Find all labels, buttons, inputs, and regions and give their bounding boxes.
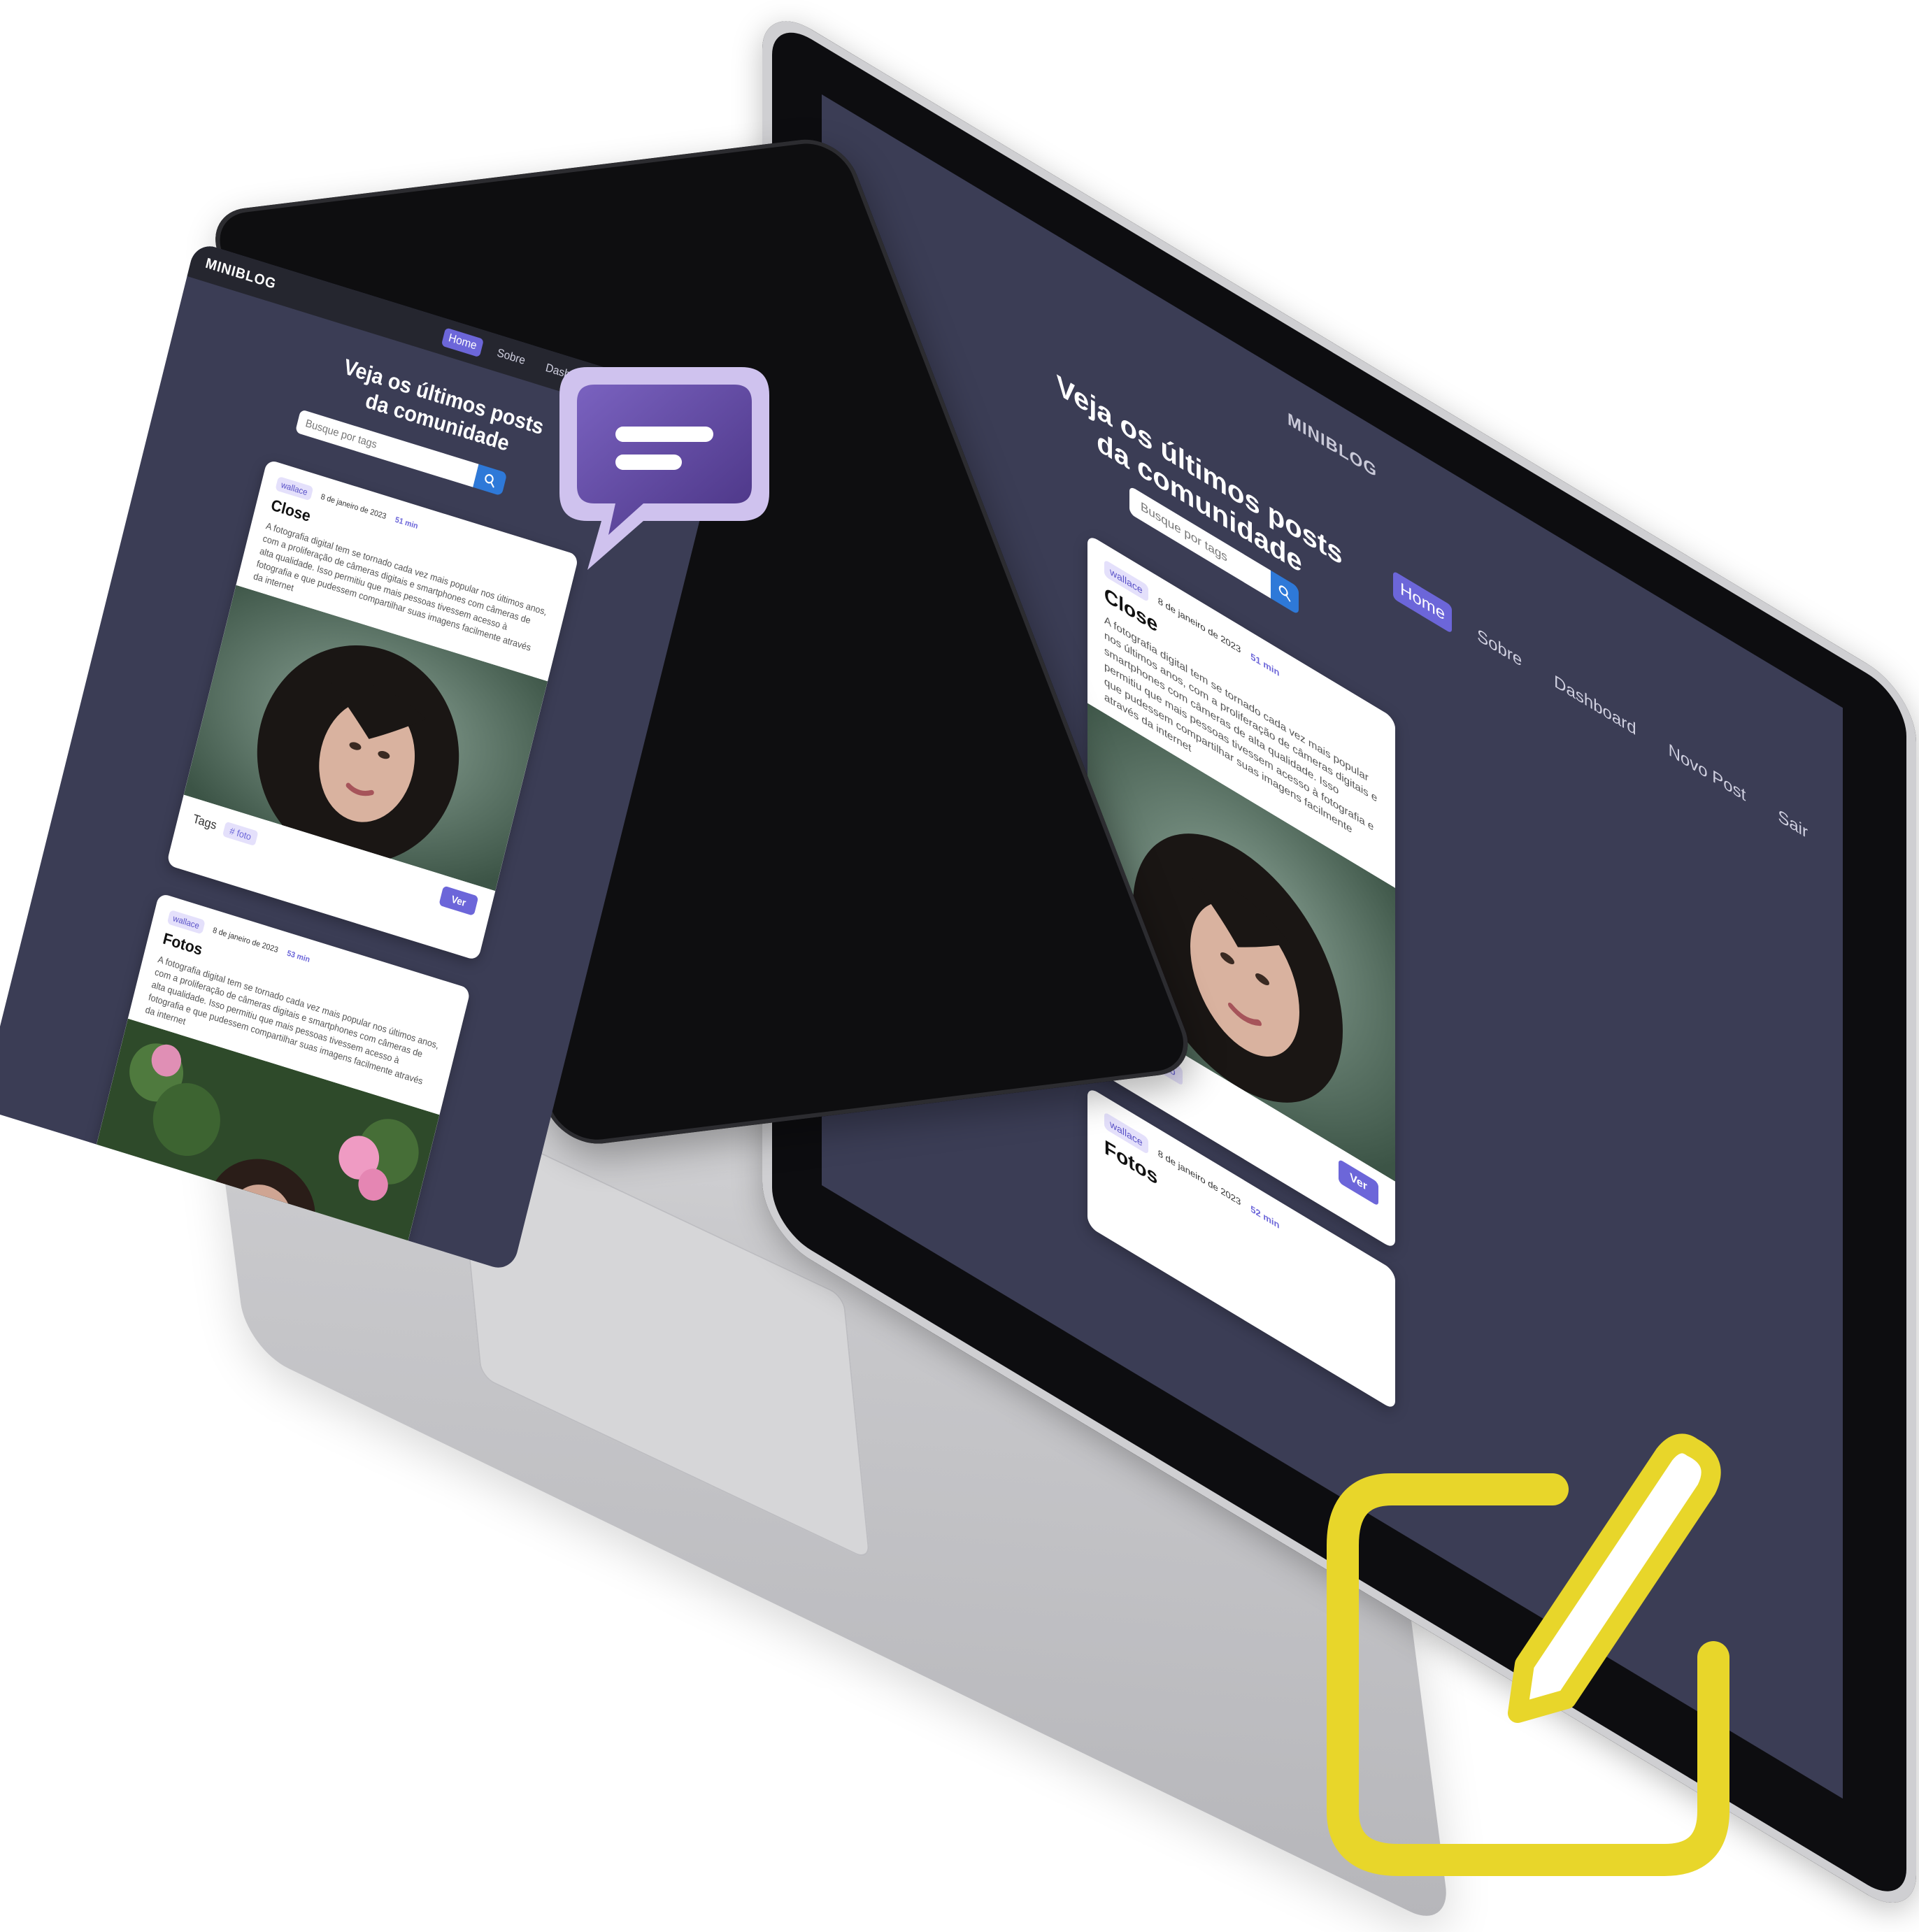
- tags-label: Tags: [191, 811, 218, 833]
- edit-icon: [1327, 1433, 1729, 1876]
- nav-home[interactable]: Home: [1393, 570, 1453, 634]
- nav-dashboard[interactable]: Dashboard: [1547, 663, 1643, 749]
- view-post-button[interactable]: Ver: [438, 885, 479, 916]
- nav-sair[interactable]: Sair: [1771, 798, 1815, 852]
- post-card: wallace 8 de janeiro de 2023 51 min Clos…: [166, 459, 579, 961]
- nav-novo-post[interactable]: Novo Post: [1662, 731, 1753, 815]
- search-button[interactable]: [473, 464, 508, 496]
- read-time: 53 min: [285, 949, 311, 965]
- nav-sobre[interactable]: Sobre: [490, 343, 532, 373]
- nav-home[interactable]: Home: [441, 327, 484, 358]
- search-icon: [485, 473, 494, 487]
- search-button[interactable]: [1271, 570, 1299, 615]
- search-icon: [1278, 585, 1291, 602]
- read-time: 51 min: [394, 515, 419, 531]
- tag-chip[interactable]: # foto: [222, 821, 259, 846]
- nav-sobre[interactable]: Sobre: [1470, 617, 1529, 680]
- device-mockup-scene: MINIBLOG Home Sobre Dashboard Novo Post …: [0, 0, 1919, 1932]
- chat-bubble-icon: [559, 367, 769, 570]
- hero-line-2: da comunidade: [1097, 425, 1302, 580]
